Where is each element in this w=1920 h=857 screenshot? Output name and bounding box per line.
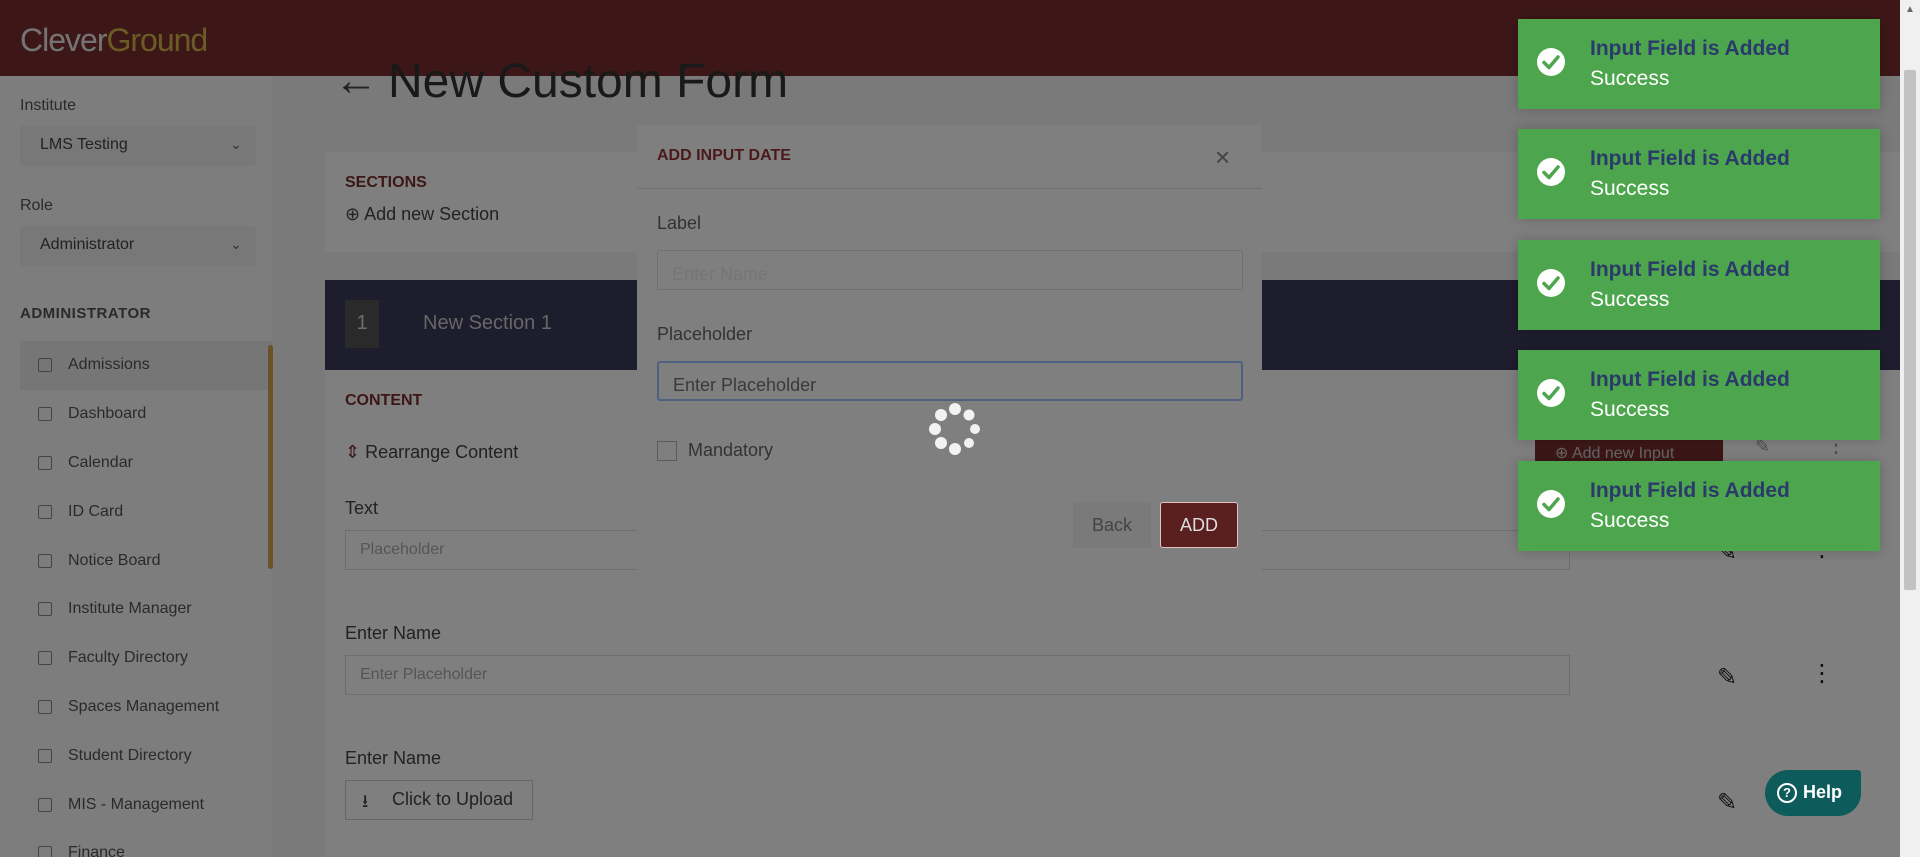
close-icon[interactable]: × xyxy=(1215,142,1230,173)
toast-message: Success xyxy=(1590,177,1670,200)
toast-title: Input Field is Added xyxy=(1590,37,1790,60)
toast-message: Success xyxy=(1590,67,1670,90)
modal-header: ADD INPUT DATE × xyxy=(637,125,1262,189)
back-button[interactable]: Back xyxy=(1073,502,1151,548)
add-input-date-modal: ADD INPUT DATE × Label Placeholder Manda… xyxy=(637,125,1262,579)
check-circle-icon xyxy=(1537,379,1565,407)
add-button[interactable]: ADD xyxy=(1160,502,1238,548)
help-label: Help xyxy=(1803,782,1843,802)
check-circle-icon xyxy=(1537,48,1565,76)
mandatory-label: Mandatory xyxy=(688,440,774,460)
toast-message: Success xyxy=(1590,398,1670,421)
placeholder-input[interactable] xyxy=(657,361,1243,401)
success-toast[interactable]: Input Field is Added Success xyxy=(1518,19,1880,109)
check-circle-icon xyxy=(1537,158,1565,186)
check-circle-icon xyxy=(1537,269,1565,297)
mandatory-checkbox[interactable] xyxy=(657,441,677,461)
toast-message: Success xyxy=(1590,288,1670,311)
scrollbar-thumb[interactable] xyxy=(1904,70,1916,590)
question-circle-icon: ? xyxy=(1777,783,1797,803)
toast-title: Input Field is Added xyxy=(1590,479,1790,502)
modal-title: ADD INPUT DATE xyxy=(657,147,791,164)
page-scrollbar[interactable]: ▲ xyxy=(1900,0,1920,857)
success-toast[interactable]: Input Field is Added Success xyxy=(1518,350,1880,440)
success-toast[interactable]: Input Field is Added Success xyxy=(1518,129,1880,219)
toast-message: Success xyxy=(1590,509,1670,532)
help-button[interactable]: ? Help xyxy=(1765,770,1861,816)
loading-spinner-icon xyxy=(929,403,980,455)
toast-title: Input Field is Added xyxy=(1590,147,1790,170)
success-toast[interactable]: Input Field is Added Success xyxy=(1518,461,1880,551)
label-input[interactable] xyxy=(657,250,1243,290)
toast-title: Input Field is Added xyxy=(1590,368,1790,391)
check-circle-icon xyxy=(1537,490,1565,518)
scroll-up-arrow-icon[interactable]: ▲ xyxy=(1905,4,1915,15)
placeholder-field-label: Placeholder xyxy=(657,324,753,344)
success-toast[interactable]: Input Field is Added Success xyxy=(1518,240,1880,330)
toast-title: Input Field is Added xyxy=(1590,258,1790,281)
label-field-label: Label xyxy=(657,213,702,233)
